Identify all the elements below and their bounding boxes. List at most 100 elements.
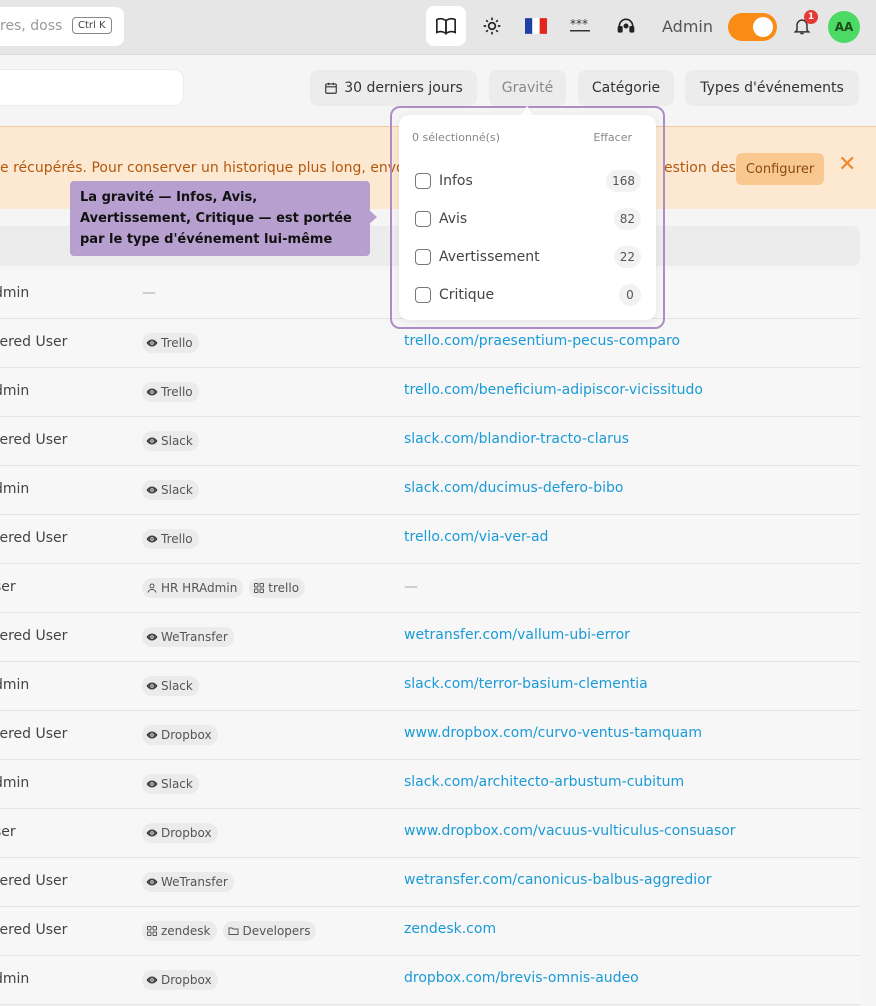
event-link[interactable]: trello.com/praesentium-pecus-comparo	[404, 333, 680, 349]
apps-icon	[146, 925, 158, 937]
table-row[interactable]: dmin Trello trello.com/beneficium-adipisco…	[0, 368, 860, 417]
tag-label: Slack	[161, 679, 193, 693]
user-cell: ser	[0, 579, 16, 595]
event-link[interactable]: zendesk.com	[404, 921, 496, 937]
admin-mode-toggle[interactable]	[728, 13, 777, 41]
severity-filter-button[interactable]: Gravité	[489, 70, 566, 106]
user-cell: dmin	[0, 971, 30, 987]
configure-label: Configurer	[745, 161, 815, 177]
tag-badge: Trello	[142, 382, 199, 402]
event-link[interactable]: trello.com/via-ver-ad	[404, 529, 548, 545]
tag-label: Slack	[161, 434, 193, 448]
tag-label: trello	[268, 581, 300, 595]
table-row[interactable]: tered User WeTransfer wetransfer.com/vallu…	[0, 613, 860, 662]
event-types-filter-button[interactable]: Types d'événements	[685, 70, 859, 106]
severity-option-critique[interactable]: Critique 0	[415, 283, 641, 307]
tags-cell: Trello	[142, 382, 199, 402]
empty-value: —	[142, 285, 156, 301]
option-count: 168	[606, 170, 641, 192]
tags-cell: Trello	[142, 333, 199, 353]
tags-cell: Dropbox	[142, 970, 218, 990]
event-link[interactable]: wetransfer.com/vallum-ubi-error	[404, 627, 630, 643]
event-link[interactable]: www.dropbox.com/curvo-ventus-tamquam	[404, 725, 702, 741]
password-icon[interactable]: ***	[560, 6, 600, 46]
event-link[interactable]: slack.com/architecto-arbustum-cubitum	[404, 774, 684, 790]
support-headset-icon[interactable]	[606, 6, 646, 46]
tag-badge: Dropbox	[142, 725, 218, 745]
user-cell: dmin	[0, 677, 30, 693]
events-search-input[interactable]	[0, 69, 184, 106]
global-search-input[interactable]: res, doss Ctrl K	[0, 7, 124, 46]
eye-icon	[146, 435, 158, 447]
sun-theme-icon[interactable]	[472, 6, 512, 46]
tag-label: Trello	[161, 385, 193, 399]
user-cell: tered User	[0, 628, 68, 644]
event-link[interactable]: slack.com/ducimus-defero-bibo	[404, 480, 623, 496]
documentation-book-icon[interactable]	[426, 6, 466, 46]
event-link[interactable]: slack.com/terror-basium-clementia	[404, 676, 648, 692]
checkbox[interactable]	[415, 211, 431, 227]
tag-badge: Trello	[142, 529, 199, 549]
selected-count-text: 0 sélectionné(s)	[412, 131, 500, 144]
clear-selection-button[interactable]: Effacer	[593, 131, 632, 144]
severity-option-avertissement[interactable]: Avertissement 22	[415, 245, 641, 269]
eye-icon	[146, 386, 158, 398]
eye-icon	[146, 680, 158, 692]
tags-cell: zendesk Developers	[142, 921, 317, 941]
severity-label: Gravité	[501, 80, 554, 96]
table-row[interactable]: tered User Dropbox www.dropbox.com/curvo-v…	[0, 711, 860, 760]
table-row[interactable]: dmin Slack slack.com/terror-basium-clement…	[0, 662, 860, 711]
tags-cell: WeTransfer	[142, 872, 234, 892]
table-row[interactable]: dmin Slack slack.com/architecto-arbustum-c…	[0, 760, 860, 809]
tag-label: HR HRAdmin	[161, 581, 238, 595]
admin-mode-label: Admin	[662, 17, 713, 36]
tags-cell: Slack	[142, 676, 199, 696]
tag-badge: Dropbox	[142, 823, 218, 843]
configure-button[interactable]: Configurer	[736, 153, 824, 185]
table-row[interactable]: ser Dropbox www.dropbox.com/vacuus-vulticu…	[0, 809, 860, 858]
avatar[interactable]: AA	[828, 11, 860, 43]
tag-label: Dropbox	[161, 973, 212, 987]
close-banner-icon[interactable]: ✕	[838, 153, 858, 177]
event-link[interactable]: wetransfer.com/canonicus-balbus-aggredio…	[404, 872, 712, 888]
toggle-knob	[753, 17, 773, 37]
avatar-initials: AA	[834, 20, 854, 34]
option-count: 82	[613, 208, 641, 230]
eye-icon	[146, 778, 158, 790]
option-label: Critique	[439, 287, 495, 303]
checkbox[interactable]	[415, 287, 431, 303]
event-link[interactable]: www.dropbox.com/vacuus-vulticulus-consua…	[404, 823, 736, 839]
tags-cell: Slack	[142, 431, 199, 451]
tag-badge: Slack	[142, 480, 199, 500]
eye-icon	[146, 533, 158, 545]
tags-cell: Slack	[142, 774, 199, 794]
tag-badge: HR HRAdmin	[142, 578, 244, 598]
severity-option-avis[interactable]: Avis 82	[415, 207, 641, 231]
table-row[interactable]: dmin Slack slack.com/ducimus-defero-bibo	[0, 466, 860, 515]
user-cell: tered User	[0, 922, 68, 938]
event-link[interactable]: slack.com/blandior-tracto-clarus	[404, 431, 629, 447]
severity-option-infos[interactable]: Infos 168	[415, 169, 641, 193]
table-row[interactable]: tered User zendesk Developers zendesk.com	[0, 907, 860, 956]
checkbox[interactable]	[415, 173, 431, 189]
french-flag-icon[interactable]	[516, 6, 556, 46]
table-row[interactable]: dmin Dropbox dropbox.com/brevis-omnis-aude…	[0, 956, 860, 1005]
category-filter-button[interactable]: Catégorie	[578, 70, 674, 106]
date-range-filter-button[interactable]: 30 derniers jours	[310, 70, 477, 106]
table-row[interactable]: tered User Trello trello.com/via-ver-ad	[0, 515, 860, 564]
empty-value: —	[404, 579, 418, 595]
event-link[interactable]: dropbox.com/brevis-omnis-audeo	[404, 970, 639, 986]
user-cell: tered User	[0, 334, 68, 350]
option-label: Avis	[439, 211, 468, 227]
tag-label: Trello	[161, 532, 193, 546]
checkbox[interactable]	[415, 249, 431, 265]
table-row[interactable]: tered User Slack slack.com/blandior-tracto…	[0, 417, 860, 466]
user-cell: tered User	[0, 530, 68, 546]
search-shortcut-badge: Ctrl K	[72, 17, 112, 34]
event-link[interactable]: trello.com/beneficium-adipiscor-vicissit…	[404, 382, 703, 398]
table-row[interactable]: tered User WeTransfer wetransfer.com/canon…	[0, 858, 860, 907]
top-bar: res, doss Ctrl K *** Admin 1 AA	[0, 0, 876, 55]
tag-label: WeTransfer	[161, 630, 228, 644]
eye-icon	[146, 631, 158, 643]
table-row[interactable]: ser HR HRAdmin trello —	[0, 564, 860, 613]
